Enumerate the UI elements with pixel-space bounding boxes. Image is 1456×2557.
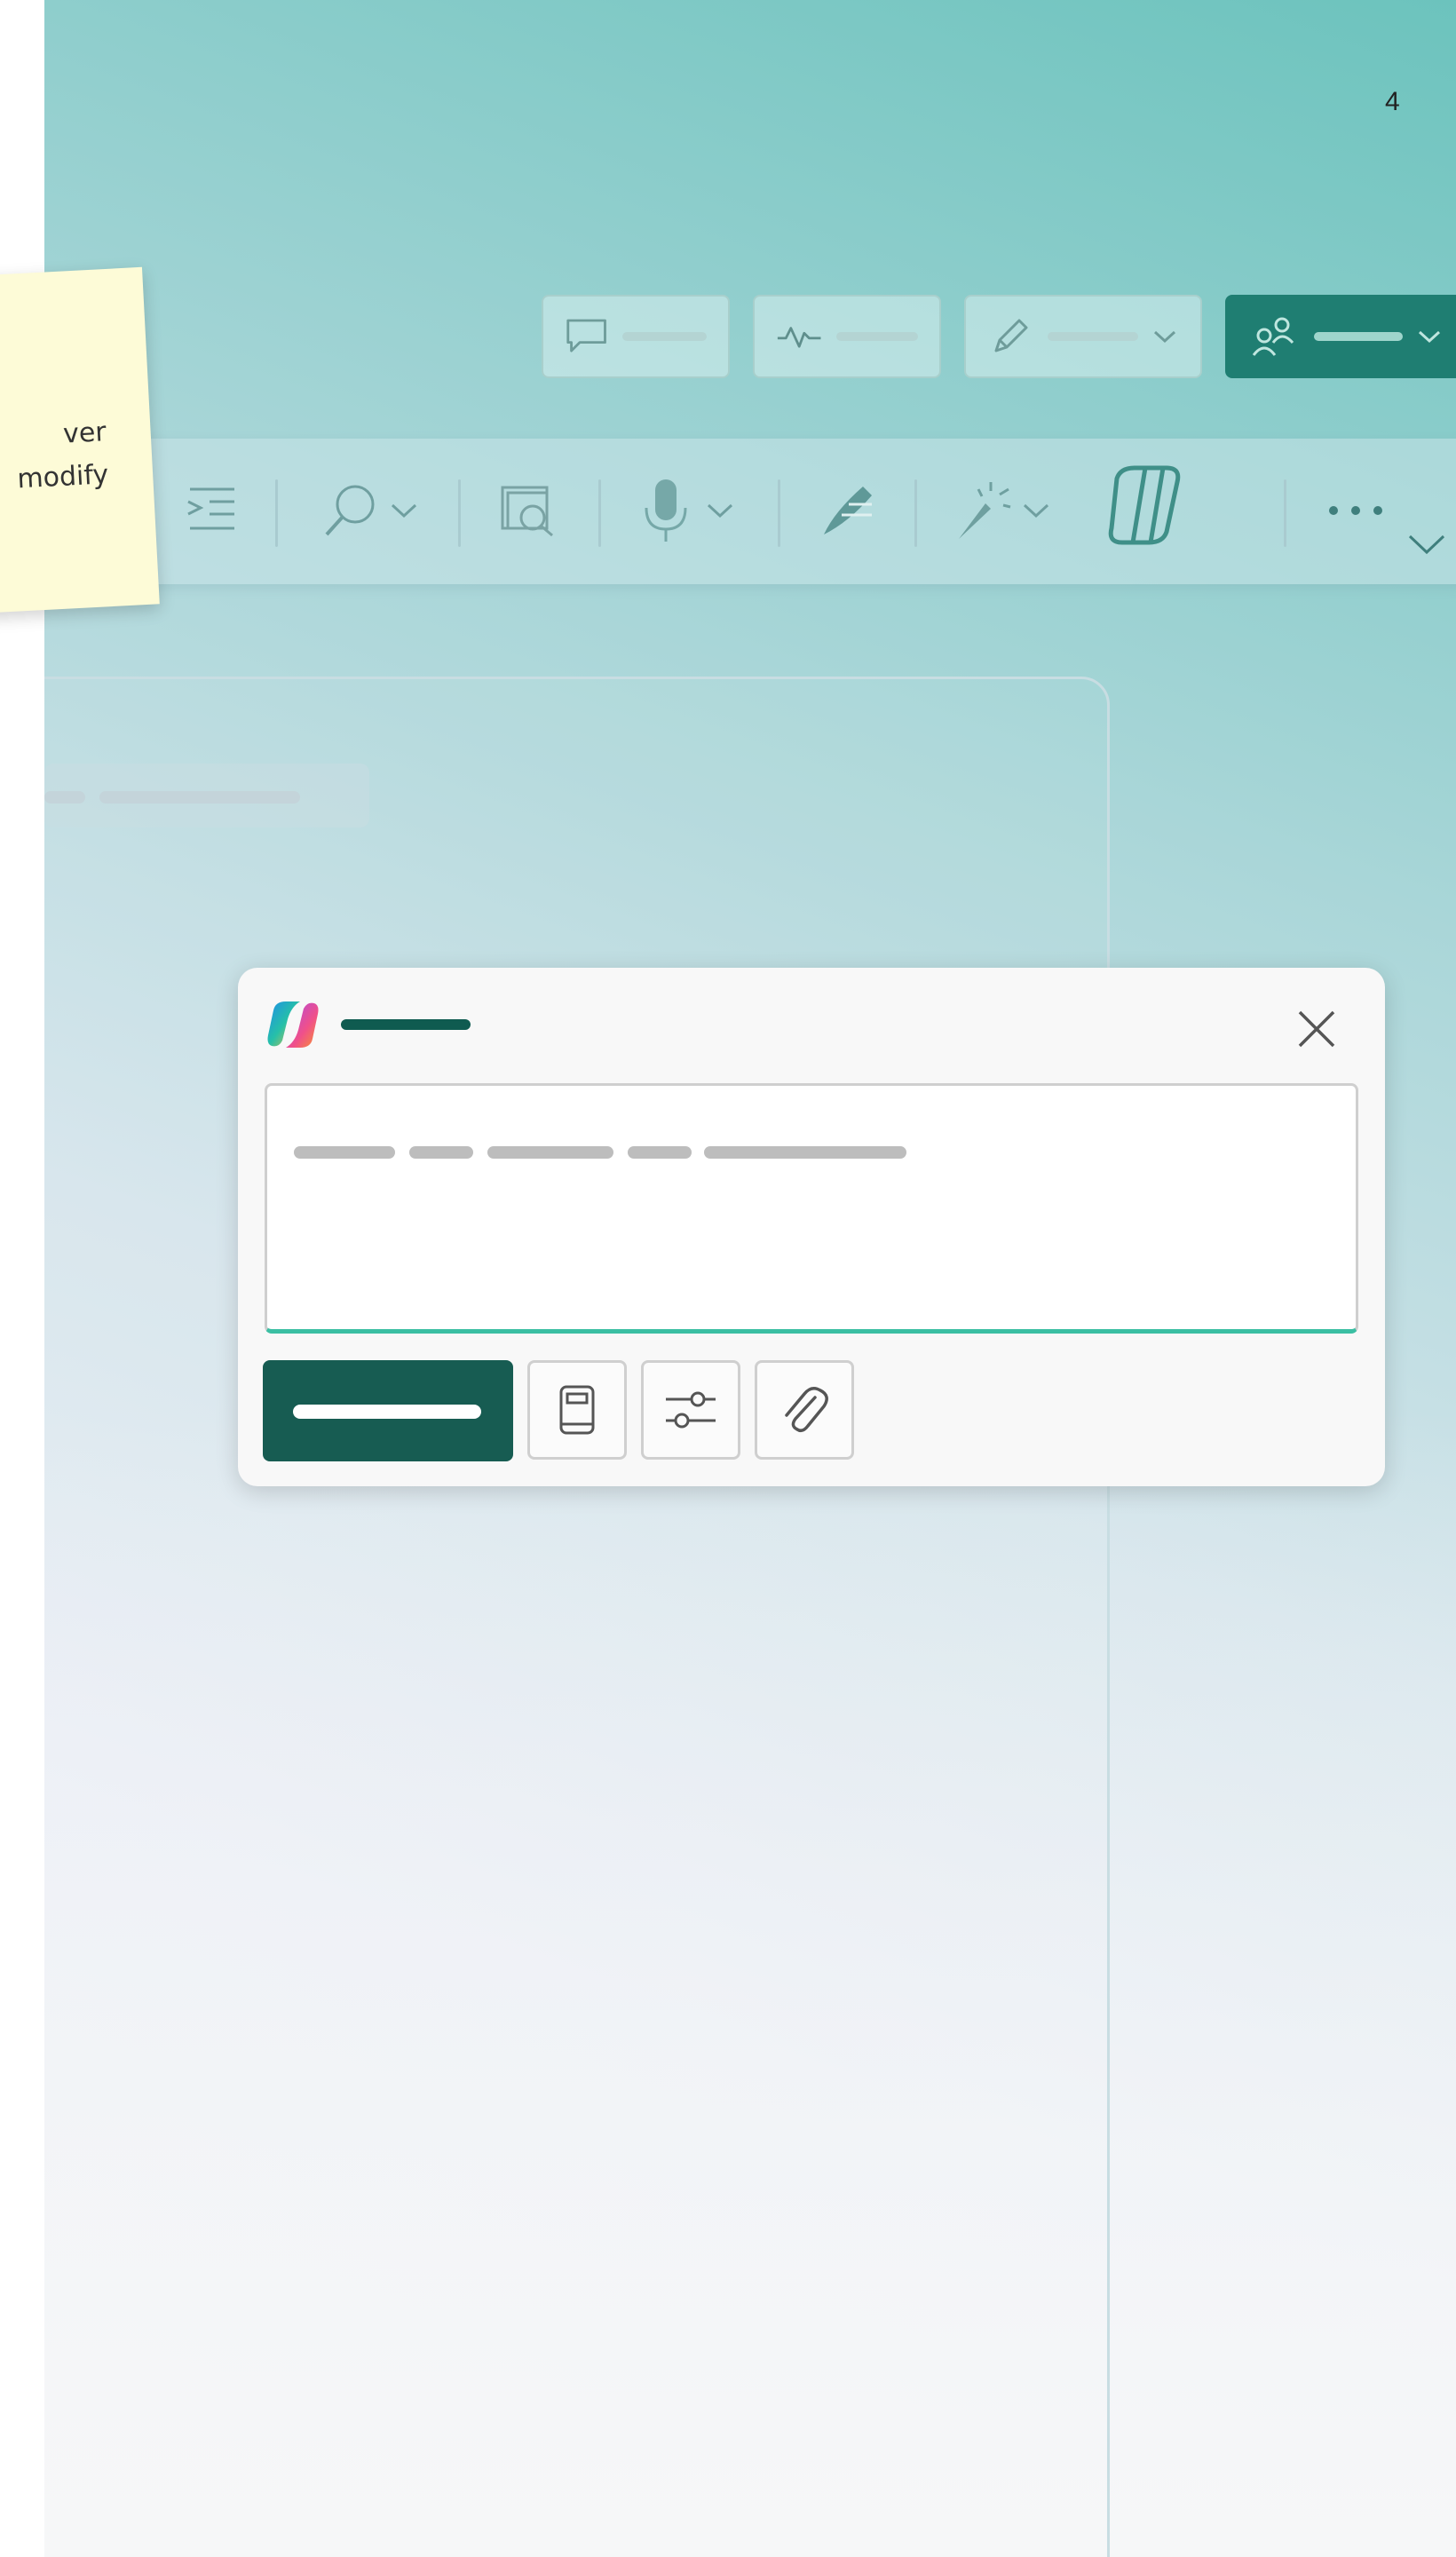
search-icon <box>325 485 375 536</box>
share-people-icon <box>1252 317 1294 356</box>
share-label-placeholder <box>1314 332 1403 341</box>
ribbon-toolbar <box>62 439 1456 584</box>
dictate-button[interactable] <box>639 471 735 550</box>
activity-label-placeholder <box>836 332 918 341</box>
canvas-tag-placeholder <box>44 764 369 827</box>
comments-button[interactable] <box>542 295 730 378</box>
comments-label-placeholder <box>622 332 707 341</box>
more-icon <box>1329 506 1382 515</box>
activity-button[interactable] <box>753 295 941 378</box>
activity-icon <box>777 327 821 348</box>
expand-chevron-icon <box>1408 534 1445 555</box>
generate-label-placeholder <box>293 1405 481 1419</box>
decorative-curve <box>1362 0 1456 343</box>
generate-button[interactable] <box>263 1360 513 1461</box>
copilot-dialog <box>238 968 1385 1486</box>
ribbon-separator <box>598 479 601 547</box>
command-bar <box>542 295 1456 382</box>
placeholder-line <box>409 1146 473 1159</box>
ribbon-separator <box>778 479 780 547</box>
expand-ribbon-button[interactable] <box>1406 504 1447 584</box>
attachment-icon <box>785 1387 828 1433</box>
designer-wand-icon <box>959 482 1011 539</box>
comment-icon <box>566 319 606 352</box>
sticky-note: ver modify <box>0 266 160 614</box>
placeholder-line <box>487 1146 613 1159</box>
placeholder-line <box>99 791 300 804</box>
immersive-reader-button[interactable] <box>497 471 559 550</box>
copilot-icon <box>1108 465 1181 545</box>
close-icon[interactable] <box>1294 1007 1339 1051</box>
chevron-down-icon <box>1023 503 1049 519</box>
share-button[interactable] <box>1225 295 1456 378</box>
notebook-icon <box>559 1385 595 1435</box>
placeholder-line <box>704 1146 906 1159</box>
immersive-reader-icon <box>501 486 553 537</box>
chevron-down-icon <box>391 503 417 519</box>
chevron-down-icon <box>1153 330 1176 344</box>
placeholder-line <box>628 1146 692 1159</box>
chevron-down-icon <box>707 503 733 519</box>
ink-pen-icon <box>824 487 872 534</box>
sticky-note-text: ver modify <box>0 411 109 505</box>
chevron-down-icon <box>1418 330 1441 344</box>
placeholder-line <box>294 1146 395 1159</box>
settings-sliders-icon <box>666 1391 716 1429</box>
indent-button[interactable] <box>183 471 240 550</box>
attach-button[interactable] <box>755 1360 854 1460</box>
editor-button[interactable] <box>817 471 879 550</box>
ribbon-separator <box>914 479 917 547</box>
dialog-title-placeholder <box>341 1019 471 1030</box>
ribbon-separator <box>458 479 461 547</box>
microphone-icon <box>645 479 687 542</box>
search-button[interactable] <box>320 471 419 550</box>
ribbon-separator <box>275 479 278 547</box>
editing-label-placeholder <box>1048 332 1138 341</box>
reference-file-button[interactable] <box>527 1360 627 1460</box>
designer-button[interactable] <box>950 471 1051 550</box>
settings-button[interactable] <box>641 1360 740 1460</box>
sticky-note-line: modify <box>16 459 110 495</box>
ribbon-separator <box>1284 479 1286 547</box>
app-background: 4 <box>44 0 1456 2557</box>
more-options-button[interactable] <box>1326 471 1385 550</box>
pen-icon <box>994 319 1028 352</box>
copilot-logo <box>267 1001 319 1048</box>
prompt-input[interactable] <box>265 1083 1358 1334</box>
editing-mode-button[interactable] <box>964 295 1202 378</box>
copilot-ribbon-button[interactable] <box>1099 465 1195 545</box>
document-canvas <box>44 677 1110 2557</box>
placeholder-line <box>44 791 85 804</box>
indent-icon <box>187 487 234 530</box>
page-number: 4 <box>1385 87 1400 116</box>
